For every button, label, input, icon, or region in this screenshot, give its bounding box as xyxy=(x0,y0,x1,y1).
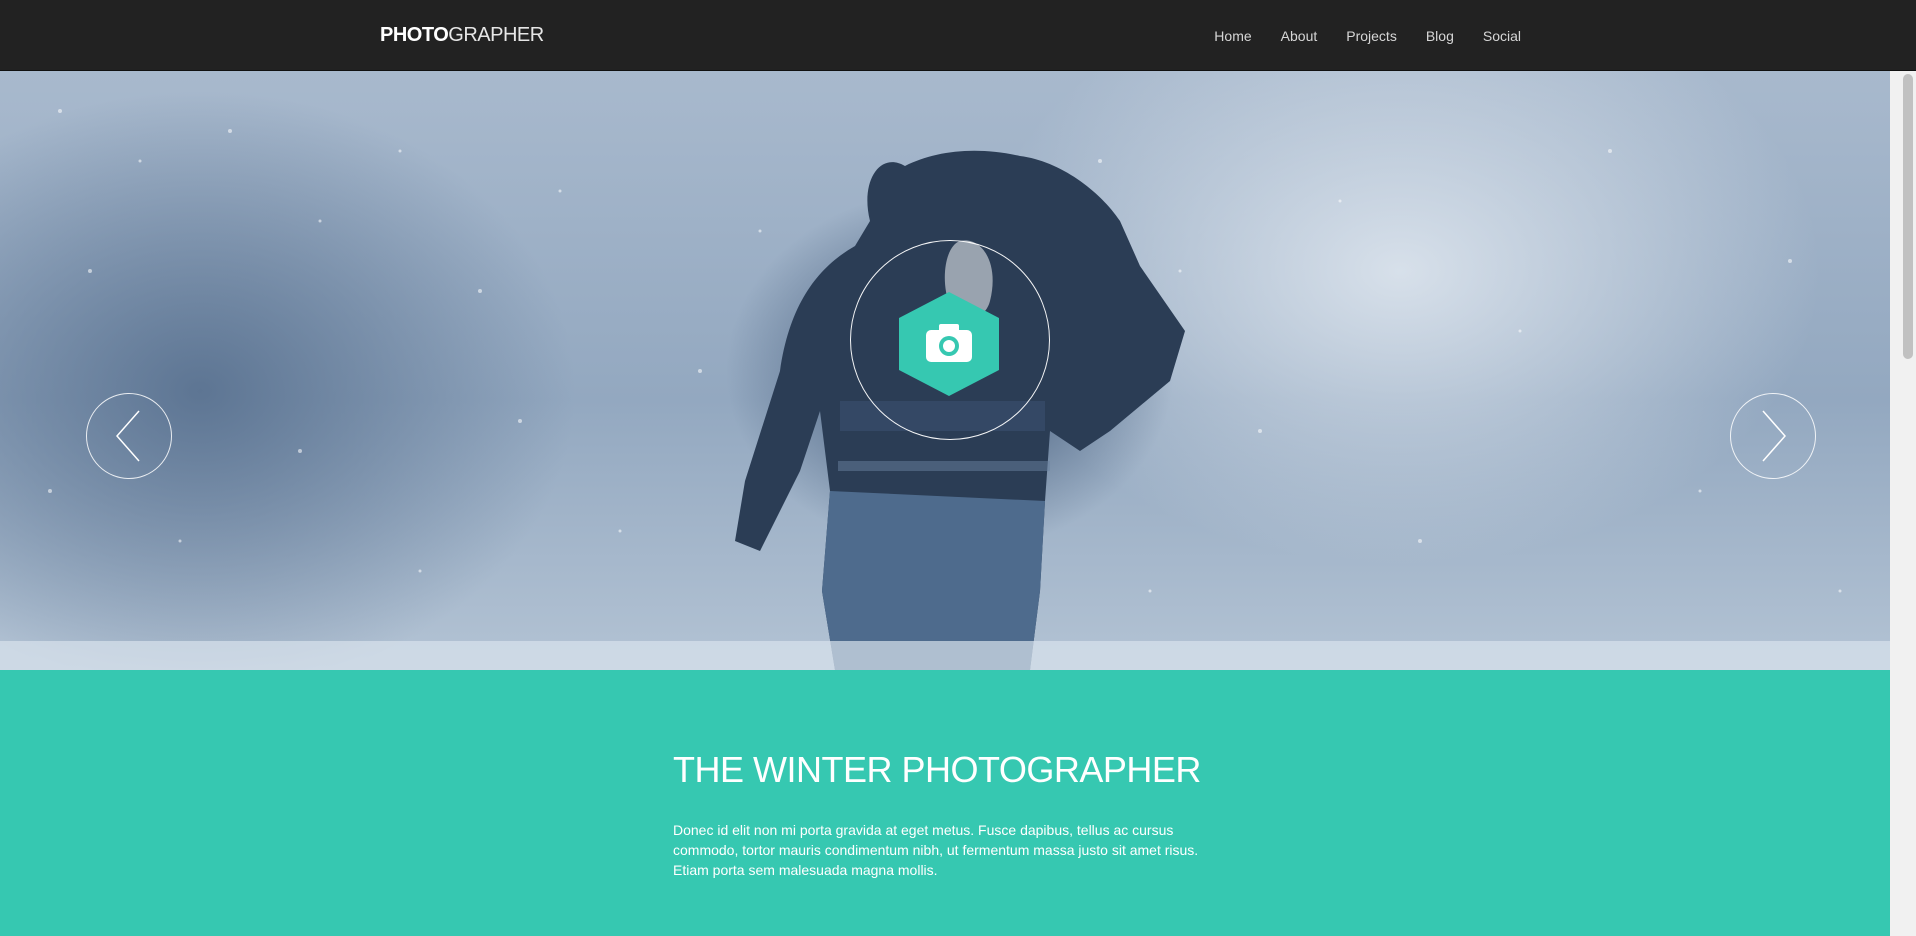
brand-bold: PHOTO xyxy=(380,24,449,46)
scrollbar-thumb[interactable] xyxy=(1903,74,1913,359)
chevron-right-icon xyxy=(1762,410,1786,462)
intro-body: Donec id elit non mi porta gravida at eg… xyxy=(673,822,1199,878)
slider-next-button[interactable] xyxy=(1730,393,1816,479)
nav-projects[interactable]: Projects xyxy=(1346,24,1397,48)
intro-section: THE WINTER PHOTOGRAPHER Donec id elit no… xyxy=(673,745,1233,880)
nav-home[interactable]: Home xyxy=(1214,24,1251,48)
nav-about[interactable]: About xyxy=(1281,24,1318,48)
nav-blog[interactable]: Blog xyxy=(1426,24,1454,48)
slider-prev-button[interactable] xyxy=(86,393,172,479)
camera-icon xyxy=(899,292,999,396)
brand-logo[interactable]: PHOTOGRAPHER xyxy=(380,22,544,48)
brand-light: GRAPHER xyxy=(448,24,544,46)
main-nav: Home About Projects Blog Social xyxy=(1214,24,1521,48)
chevron-left-icon xyxy=(116,410,140,462)
top-navbar: PHOTOGRAPHER Home About Projects Blog So… xyxy=(0,0,1916,71)
nav-social[interactable]: Social xyxy=(1483,24,1521,48)
intro-title: THE WINTER PHOTOGRAPHER xyxy=(673,749,1201,790)
